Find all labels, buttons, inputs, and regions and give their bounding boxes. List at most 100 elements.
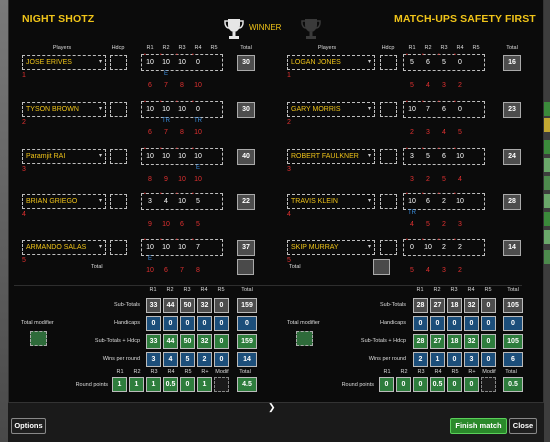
subtotals-hdcp-cell: 18 <box>447 334 462 349</box>
player-total: 16 <box>503 55 521 71</box>
round-sub-label: TR <box>194 118 202 124</box>
handicaps-cell: 0 <box>464 316 479 331</box>
handicap-input[interactable] <box>110 240 127 255</box>
round-par-value: 5 <box>458 129 462 136</box>
subtotals-cell: 50 <box>180 298 195 313</box>
chevron-down-icon[interactable]: ❯ <box>268 402 276 413</box>
round-par-value: 10 <box>194 82 202 89</box>
round-par-value: 2 <box>442 221 446 228</box>
round-points-header: R1 <box>116 369 124 375</box>
round-par-value: 5 <box>410 267 414 274</box>
round-marker: • <box>192 99 194 105</box>
chevron-down-icon: ▾ <box>367 153 371 159</box>
team-total-box <box>237 259 254 275</box>
player-name-select[interactable]: Paramjit RAI ▾ <box>22 149 106 164</box>
player-name-select[interactable]: ROBERT FAULKNER ▾ <box>287 149 375 164</box>
subtotals-hdcp-cell: 32 <box>197 334 212 349</box>
total-modifier-input[interactable] <box>296 331 313 346</box>
chevron-down-icon: ▾ <box>367 59 371 65</box>
round-points-cell[interactable] <box>481 377 496 392</box>
round-points-total: 0.5 <box>503 377 523 392</box>
subtotals-cell: 44 <box>163 298 178 313</box>
wins-per-round-cell: 0 <box>481 352 496 367</box>
options-button[interactable]: Options <box>11 418 46 434</box>
player-name-select[interactable]: BRIAN GRIEGO ▾ <box>22 194 106 209</box>
round-sub-label: E <box>147 256 152 262</box>
total-label: Total <box>91 264 103 270</box>
round-par-value: 7 <box>180 267 184 274</box>
round-points-header: R2 <box>400 369 408 375</box>
handicap-input[interactable] <box>380 149 397 164</box>
player-name-select[interactable]: JOSE ERIVES ▾ <box>22 55 106 70</box>
player-index: 2 <box>22 119 26 126</box>
close-button[interactable]: Close <box>509 418 537 434</box>
round-par-value: 10 <box>194 176 202 183</box>
handicap-input[interactable] <box>380 102 397 117</box>
player-name-select[interactable]: GARY MORRIS ▾ <box>287 102 375 117</box>
handicap-input[interactable] <box>380 240 397 255</box>
round-points-header: R2 <box>133 369 141 375</box>
handicaps-cell: 0 <box>447 316 462 331</box>
round-marker: • <box>176 191 178 197</box>
round-marker: • <box>438 146 440 152</box>
round-marker: • <box>406 191 408 197</box>
player-name-label: TRAVIS KLEIN <box>291 198 338 205</box>
wins-per-round-label: Wins per round <box>102 356 140 362</box>
round-points-cell: 1 <box>197 377 212 392</box>
player-name-label: GARY MORRIS <box>291 106 341 113</box>
round-points-header: Modif <box>215 369 229 375</box>
handicaps-cell: 0 <box>413 316 428 331</box>
round-marker: • <box>406 146 408 152</box>
round-header: R1 <box>416 287 424 293</box>
round-points-cell: 0 <box>379 377 394 392</box>
round-header: R4 <box>200 287 208 293</box>
finish-match-button[interactable]: Finish match <box>450 418 507 434</box>
handicap-input[interactable] <box>110 194 127 209</box>
player-index: 5 <box>287 257 291 264</box>
handicap-input[interactable] <box>110 102 127 117</box>
player-name-select[interactable]: TYSON BROWN ▾ <box>22 102 106 117</box>
subtotals-total: 159 <box>237 298 257 313</box>
handicaps-label: Handicaps <box>114 320 140 326</box>
round-marker: • <box>454 146 456 152</box>
round-points-cell: 0 <box>413 377 428 392</box>
handicaps-total: 0 <box>237 316 257 331</box>
round-points-label: Round points <box>341 382 374 388</box>
chevron-down-icon: ▾ <box>98 244 102 250</box>
player-name-select[interactable]: TRAVIS KLEIN ▾ <box>287 194 375 209</box>
total-modifier-input[interactable] <box>30 331 47 346</box>
handicap-input[interactable] <box>110 55 127 70</box>
handicap-input[interactable] <box>380 194 397 209</box>
round-points-header: R4 <box>167 369 175 375</box>
player-index: 3 <box>22 166 26 173</box>
player-name-select[interactable]: SKIP MURRAY ▾ <box>287 240 375 255</box>
player-index: 4 <box>287 211 291 218</box>
player-index: 2 <box>287 119 291 126</box>
round-header: R1 <box>408 45 416 51</box>
players-header: Players <box>52 45 72 51</box>
subtotals-cell: 33 <box>146 298 161 313</box>
round-par-value: 4 <box>426 82 430 89</box>
subtotals-hdcp-cell: 33 <box>146 334 161 349</box>
chevron-down-icon: ▾ <box>98 153 102 159</box>
player-name-select[interactable]: LOGAN JONES ▾ <box>287 55 375 70</box>
wins-per-round-cell: 5 <box>180 352 195 367</box>
round-sub-label: E <box>163 71 168 77</box>
round-points-cell[interactable] <box>214 377 229 392</box>
handicap-input[interactable] <box>380 55 397 70</box>
round-par-value: 6 <box>148 129 152 136</box>
handicaps-cell: 0 <box>197 316 212 331</box>
player-name-label: ARMANDO SALAS <box>26 244 87 251</box>
round-header: R3 <box>178 45 186 51</box>
round-par-value: 9 <box>164 176 168 183</box>
player-name-select[interactable]: ARMANDO SALAS ▾ <box>22 240 106 255</box>
round-par-value: 5 <box>196 221 200 228</box>
player-name-label: ROBERT FAULKNER <box>291 153 359 160</box>
round-header: R2 <box>162 45 170 51</box>
chevron-down-icon: ▾ <box>98 59 102 65</box>
round-par-value: 3 <box>458 221 462 228</box>
handicap-input[interactable] <box>110 149 127 164</box>
round-par-value: 4 <box>442 129 446 136</box>
round-marker: • <box>454 52 456 58</box>
round-par-value: 10 <box>178 176 186 183</box>
